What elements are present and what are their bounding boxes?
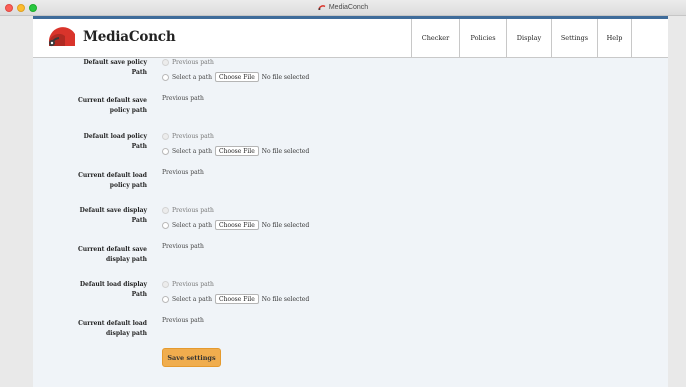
label-line: policy path (109, 107, 147, 114)
file-status: No file selected (261, 221, 310, 229)
current-default-save-display-path-label: Current default save display path (63, 245, 147, 265)
label-line: Path (131, 217, 147, 224)
current-path-value: Previous path (162, 243, 204, 250)
radio-label: Previous path (172, 133, 214, 140)
current-default-load-display-path-label: Current default load display path (63, 319, 147, 339)
select-path-option: Select a path Choose File No file select… (162, 146, 309, 156)
label-line: policy path (109, 182, 147, 189)
brand[interactable]: MediaConch (45, 26, 176, 48)
main-nav: Checker Policies Display Settings Help (411, 19, 632, 57)
close-window-button[interactable] (5, 4, 13, 12)
nav-help[interactable]: Help (597, 19, 632, 57)
label-line: display path (105, 330, 147, 337)
file-status: No file selected (261, 295, 310, 303)
select-path-radio[interactable] (162, 295, 169, 303)
radio-label: Previous path (172, 59, 214, 66)
choose-file-button[interactable]: Choose File (215, 220, 259, 230)
default-save-display-path-label: Default save display Path (63, 206, 147, 226)
save-settings-button[interactable]: Save settings (162, 348, 221, 367)
radio-label: Previous path (172, 281, 214, 288)
default-load-display-path-label: Default load display Path (63, 280, 147, 300)
file-status: No file selected (261, 73, 310, 81)
select-path-option: Select a path Choose File No file select… (162, 72, 309, 82)
label-line: Current default load (78, 320, 147, 327)
choose-file-button[interactable]: Choose File (215, 294, 259, 304)
choose-file-button[interactable]: Choose File (215, 146, 259, 156)
label-line: Current default save (77, 246, 147, 253)
radio-label: Select a path (172, 221, 212, 229)
previous-path-radio[interactable] (162, 59, 169, 66)
default-save-policy-path-label: Default save policy Path (73, 58, 147, 78)
mediaconch-logo-icon (48, 27, 75, 47)
brand-name: MediaConch (83, 29, 176, 45)
window-title: MediaConch (318, 4, 368, 11)
label-line: Path (131, 291, 147, 298)
nav-display[interactable]: Display (506, 19, 551, 57)
window-titlebar: MediaConch (0, 0, 686, 16)
window-controls (5, 4, 37, 12)
nav-policies[interactable]: Policies (459, 19, 506, 57)
label-line: Current default save (77, 97, 147, 104)
label-line: Default save display (79, 207, 147, 214)
current-default-load-policy-path-label: Current default load policy path (63, 171, 147, 191)
mediaconch-logo-icon (318, 5, 326, 10)
previous-path-option: Previous path (162, 281, 214, 288)
window-title-text: MediaConch (328, 4, 369, 11)
label-line: Default load display (79, 281, 147, 288)
previous-path-radio[interactable] (162, 207, 169, 214)
current-path-value: Previous path (162, 95, 204, 102)
default-load-policy-path-label: Default load policy Path (73, 132, 147, 152)
select-path-option: Select a path Choose File No file select… (162, 220, 309, 230)
radio-label: Select a path (172, 295, 212, 303)
radio-label: Select a path (172, 73, 212, 81)
label-line: Path (131, 69, 147, 76)
label-line: Default load policy (83, 133, 147, 140)
label-line: Current default load (78, 172, 147, 179)
nav-settings[interactable]: Settings (551, 19, 597, 57)
zoom-window-button[interactable] (29, 4, 37, 12)
previous-path-radio[interactable] (162, 133, 169, 140)
previous-path-option: Previous path (162, 133, 214, 140)
label-line: display path (105, 256, 147, 263)
radio-label: Select a path (172, 147, 212, 155)
label-line: Default save policy (83, 59, 147, 66)
current-path-value: Previous path (162, 317, 204, 324)
app-header: MediaConch Checker Policies Display Sett… (33, 16, 668, 58)
select-path-radio[interactable] (162, 221, 169, 229)
file-status: No file selected (261, 147, 310, 155)
previous-path-radio[interactable] (162, 281, 169, 288)
current-path-value: Previous path (162, 169, 204, 176)
previous-path-option: Previous path (162, 207, 214, 214)
minimize-window-button[interactable] (17, 4, 25, 12)
choose-file-button[interactable]: Choose File (215, 72, 259, 82)
label-line: Path (131, 143, 147, 150)
nav-checker[interactable]: Checker (411, 19, 459, 57)
previous-path-option: Previous path (162, 59, 214, 66)
radio-label: Previous path (172, 207, 214, 214)
select-path-option: Select a path Choose File No file select… (162, 294, 309, 304)
current-default-save-policy-path-label: Current default save policy path (63, 96, 147, 116)
select-path-radio[interactable] (162, 147, 169, 155)
select-path-radio[interactable] (162, 73, 169, 81)
app-page: MediaConch Checker Policies Display Sett… (33, 16, 668, 387)
